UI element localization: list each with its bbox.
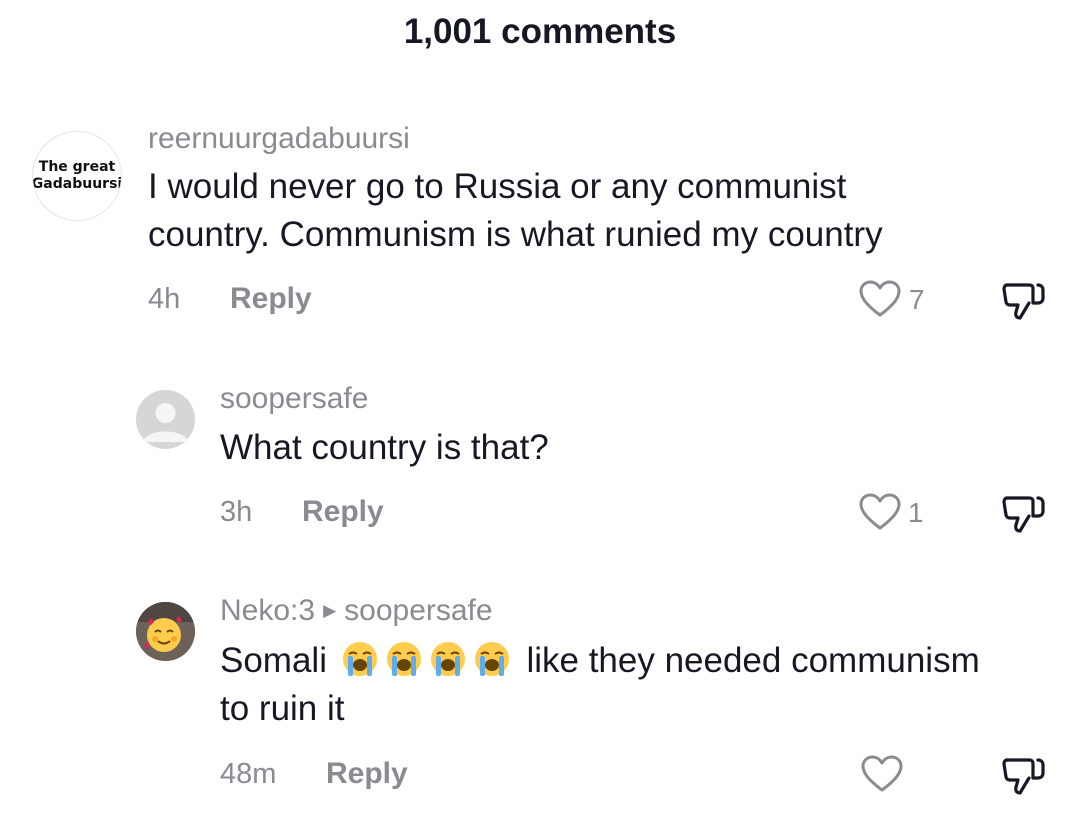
blushing-face-avatar-icon (136, 602, 195, 661)
comment-text: I would never go to Russia or any commun… (148, 163, 883, 259)
reply-arrow-icon: ▶ (323, 601, 337, 620)
loudly-crying-face-emoji (430, 642, 465, 676)
heart-outline-icon[interactable] (861, 755, 903, 793)
thumbs-down-outline-icon[interactable] (1002, 756, 1046, 796)
avatar[interactable] (136, 602, 195, 661)
avatar-text-line: The great (38, 159, 116, 175)
reply-author[interactable]: Neko:3 (220, 594, 315, 627)
default-avatar-icon (143, 403, 188, 442)
comment-text-line: country. Communism is what runied my cou… (148, 215, 883, 254)
heart-outline-icon[interactable] (859, 493, 901, 531)
reply-button[interactable]: Reply (230, 282, 312, 316)
comment-timestamp: 3h (220, 496, 253, 528)
comment-text-part: Somali (220, 641, 327, 680)
comment-timestamp: 48m (220, 758, 277, 790)
comments-count-title: 1,001 comments (403, 12, 677, 51)
avatar[interactable] (136, 390, 195, 449)
reply-button[interactable]: Reply (326, 757, 408, 791)
comment-text: Somali like they needed communism to rui… (220, 637, 980, 733)
comment-text-line: to ruin it (220, 689, 345, 728)
comment-username[interactable]: soopersafe (220, 382, 368, 416)
comment-text-line: I would never go to Russia or any commun… (148, 167, 847, 206)
loudly-crying-face-emoji (386, 642, 421, 676)
comment-timestamp: 4h (148, 283, 181, 315)
reply-button[interactable]: Reply (302, 495, 384, 529)
thumbs-down-outline-icon[interactable] (1002, 281, 1046, 321)
comment-text-line: Somali like they needed communism (220, 637, 980, 685)
avatar[interactable]: The great Gadabuursi (32, 131, 122, 221)
emoji-group (341, 641, 527, 680)
comment-username: Neko:3 ▶ soopersafe (220, 594, 493, 628)
loudly-crying-face-emoji (342, 642, 377, 676)
thumbs-down-outline-icon[interactable] (1002, 494, 1046, 534)
avatar-text-line: Gadabuursi (32, 176, 122, 192)
heart-outline-icon[interactable] (859, 280, 901, 318)
comment-text-part: like they needed communism (526, 641, 980, 680)
comment-username[interactable]: reernuurgadabuursi (148, 122, 410, 156)
loudly-crying-face-emoji (474, 642, 509, 676)
replied-to-user[interactable]: soopersafe (344, 594, 492, 627)
comment-text: What country is that? (220, 428, 549, 467)
like-count: 1 (908, 497, 924, 528)
like-count: 7 (909, 284, 925, 315)
